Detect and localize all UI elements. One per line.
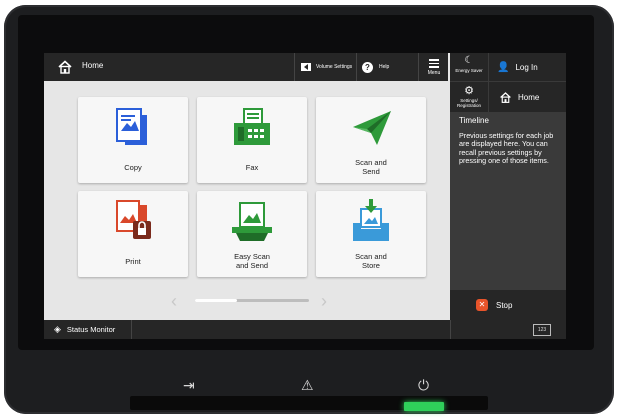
home-icon (500, 91, 511, 103)
keypad-button[interactable]: 123 (533, 324, 551, 336)
chevron-right-icon[interactable]: › (321, 291, 327, 312)
settings-label-line2: Registration (456, 103, 481, 108)
home-button[interactable]: Home (489, 82, 566, 112)
print-icon (78, 199, 188, 243)
stop-label: Stop (496, 300, 513, 310)
stop-button[interactable]: ✕ Stop (450, 290, 566, 320)
touch-screen: Home Volume Settings ? Help Menu Copy Fa… (44, 53, 566, 339)
print-label: Print (125, 257, 141, 266)
menu-label: Menu (427, 70, 441, 76)
page-scroll-thumb[interactable] (195, 299, 238, 302)
login-hardware-icon[interactable]: ⇥ (183, 377, 195, 394)
help-label: Help (379, 64, 390, 70)
status-monitor-button[interactable]: ◈ Status Monitor (44, 320, 132, 339)
hamburger-icon (429, 59, 439, 68)
timeline-description: Previous settings for each job are displ… (459, 131, 554, 165)
warning-icon: ⚠ (301, 377, 314, 393)
page-scroll-indicator (195, 299, 309, 302)
chevron-left-icon[interactable]: ‹ (171, 291, 177, 312)
main-power-led (404, 402, 444, 411)
volume-settings-button[interactable]: Volume Settings (294, 53, 357, 81)
energy-saver-button[interactable]: ☾ Energy Saver (450, 53, 488, 81)
page-title: Home (82, 61, 104, 70)
moon-icon: ☾ (464, 55, 474, 66)
help-button[interactable]: ? Help (356, 53, 419, 81)
bottom-bar: ◈ Status Monitor 123 (44, 320, 566, 339)
user-key-icon: 👤 (497, 61, 510, 73)
easy-scan-and-send-tile[interactable]: Easy Scan and Send (197, 191, 307, 277)
scan-send-icon (316, 105, 426, 149)
timeline-title: Timeline (459, 116, 489, 125)
scan-and-store-tile[interactable]: Scan and Store (316, 191, 426, 277)
stop-icon: ✕ (476, 299, 488, 311)
log-in-label: Log In (515, 62, 538, 72)
log-in-button[interactable]: 👤 Log In (489, 53, 566, 81)
power-icon[interactable]: ⏻ (418, 377, 429, 394)
easy-scan-and-send-label: Easy Scan and Send (234, 252, 270, 270)
scan-and-send-tile[interactable]: Scan and Send (316, 97, 426, 183)
easy-scan-icon (197, 199, 307, 243)
copy-label: Copy (124, 163, 142, 172)
right-panel: ☾ Energy Saver 👤 Log In ⚙ Settings/ Regi… (450, 53, 566, 339)
status-monitor-label: Status Monitor (66, 325, 116, 334)
scan-and-send-label: Scan and Send (355, 158, 387, 176)
question-icon: ? (362, 61, 373, 73)
fax-tile[interactable]: Fax (197, 97, 307, 183)
print-tile[interactable]: Print (78, 191, 188, 277)
fax-icon (197, 105, 307, 149)
settings-registration-button[interactable]: ⚙ Settings/ Registration (450, 82, 488, 112)
fax-label: Fax (245, 163, 259, 172)
bottom-bar-divider (450, 320, 451, 339)
copy-icon (78, 105, 188, 149)
menu-button[interactable]: Menu (418, 53, 449, 81)
gear-icon: ⚙ (464, 85, 474, 97)
copy-tile[interactable]: Copy (78, 97, 188, 183)
scan-and-store-label: Scan and Store (355, 252, 387, 270)
home-icon[interactable] (57, 59, 73, 75)
speaker-icon (301, 63, 311, 71)
status-monitor-icon: ◈ (54, 324, 61, 334)
volume-settings-label: Volume Settings (316, 64, 353, 70)
scan-store-icon (316, 199, 426, 243)
top-bar: Home Volume Settings ? Help Menu (44, 53, 448, 81)
energy-saver-label: Energy Saver (455, 68, 483, 73)
home-label: Home (518, 92, 540, 102)
